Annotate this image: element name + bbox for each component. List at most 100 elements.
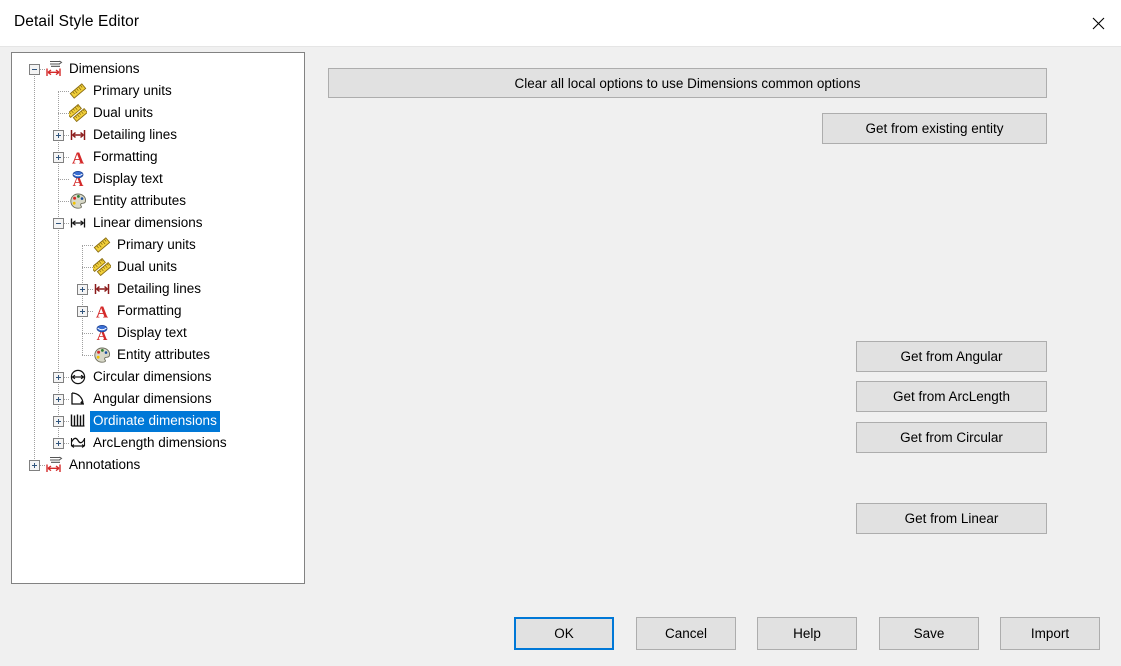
formatting-a-icon-wrap: A xyxy=(93,302,111,322)
style-tree-panel[interactable]: Dimensions Primary units Dual units Detaili… xyxy=(11,52,305,584)
get-from-angular-button[interactable]: Get from Angular xyxy=(856,341,1047,372)
circular-dimension-icon xyxy=(70,369,86,385)
tree-item[interactable]: Entity attributes xyxy=(12,190,304,212)
expand-icon[interactable] xyxy=(53,416,64,427)
detailing-lines-icon-wrap xyxy=(93,280,111,298)
tree-connector-line xyxy=(82,267,93,269)
get-from-circular-button[interactable]: Get from Circular xyxy=(856,422,1047,453)
tree-item[interactable]: A Formatting xyxy=(12,146,304,168)
tree-item-label: Detailing lines xyxy=(93,127,178,142)
tree-item-label: Formatting xyxy=(93,149,158,164)
cancel-button[interactable]: Cancel xyxy=(636,617,736,650)
tree-item-label: Ordinate dimensions xyxy=(90,411,220,432)
get-from-linear-button[interactable]: Get from Linear xyxy=(856,503,1047,534)
tree-item-label: Dimensions xyxy=(69,61,140,76)
tree-connector-line xyxy=(58,113,69,115)
display-text-icon-wrap: A xyxy=(69,170,87,190)
tree-item-label: Circular dimensions xyxy=(93,369,212,384)
tree-item[interactable]: Linear dimensions xyxy=(12,212,304,234)
linear-dimension-icon xyxy=(70,218,86,228)
tree-item[interactable]: Angular dimensions xyxy=(12,388,304,410)
tree-item-label: Display text xyxy=(93,171,163,186)
detailing-lines-icon-wrap xyxy=(69,126,87,144)
angular-dimension-icon-wrap xyxy=(69,390,87,408)
dual-ruler-icon xyxy=(66,103,88,123)
expand-icon[interactable] xyxy=(53,372,64,383)
formatting-a-icon-wrap: A xyxy=(69,148,87,168)
save-button[interactable]: Save xyxy=(879,617,979,650)
get-from-existing-entity-button[interactable]: Get from existing entity xyxy=(822,113,1047,144)
tree-item[interactable]: Entity attributes xyxy=(12,344,304,366)
tree-item[interactable]: A Display text xyxy=(12,322,304,344)
expand-icon[interactable] xyxy=(29,460,40,471)
tree-connector-line xyxy=(82,245,93,247)
palette-icon-wrap xyxy=(69,192,87,210)
tree-item[interactable]: Dual units xyxy=(12,102,304,124)
expand-icon[interactable] xyxy=(53,438,64,449)
expand-icon[interactable] xyxy=(53,394,64,405)
tree-item-label: Annotations xyxy=(69,457,141,472)
tree-item-label: Entity attributes xyxy=(93,193,187,208)
detailing-lines-icon xyxy=(70,130,86,140)
dimensions-icon-wrap xyxy=(45,60,63,78)
tree-connector-line xyxy=(82,333,93,335)
ruler-icon xyxy=(69,83,87,99)
ruler-icon xyxy=(93,237,111,253)
palette-icon-wrap xyxy=(93,346,111,364)
tree-item[interactable]: Dual units xyxy=(12,256,304,278)
tree-item-label: Primary units xyxy=(117,237,196,252)
ok-button[interactable]: OK xyxy=(514,617,614,650)
tree-item-label: Dual units xyxy=(93,105,154,120)
tree-item[interactable]: A Display text xyxy=(12,168,304,190)
circular-dimension-icon-wrap xyxy=(69,368,87,386)
dimensions-icon xyxy=(46,456,63,472)
tree-connector-line xyxy=(58,91,69,93)
tree-item[interactable]: ArcLength dimensions xyxy=(12,432,304,454)
linear-dimension-icon-wrap xyxy=(69,214,87,232)
close-button[interactable] xyxy=(1075,0,1121,46)
window-title: Detail Style Editor xyxy=(14,13,140,30)
ruler-icon-wrap xyxy=(69,82,87,100)
collapse-icon[interactable] xyxy=(29,64,40,75)
import-button[interactable]: Import xyxy=(1000,617,1100,650)
tree-item[interactable]: Circular dimensions xyxy=(12,366,304,388)
tree-connector-line xyxy=(82,355,93,357)
tree-item-label: ArcLength dimensions xyxy=(93,435,227,450)
tree-item[interactable]: Primary units xyxy=(12,80,304,102)
tree-item[interactable]: Detailing lines xyxy=(12,124,304,146)
dimensions-icon-wrap xyxy=(45,456,63,474)
tree-item-label: Entity attributes xyxy=(117,347,211,362)
display-text-icon: A xyxy=(97,324,108,344)
expand-icon[interactable] xyxy=(53,152,64,163)
expand-icon[interactable] xyxy=(53,130,64,141)
help-button[interactable]: Help xyxy=(757,617,857,650)
tree-item-label: Display text xyxy=(117,325,187,340)
tree-item[interactable]: A Formatting xyxy=(12,300,304,322)
tree-connector-line xyxy=(58,179,69,181)
tree-item-label: Linear dimensions xyxy=(93,215,203,230)
tree-item[interactable]: Annotations xyxy=(12,454,304,476)
tree-item[interactable]: Dimensions xyxy=(12,58,304,80)
close-icon xyxy=(1092,17,1104,29)
display-text-icon-wrap: A xyxy=(93,324,111,344)
ordinate-dimension-icon-wrap xyxy=(69,412,87,430)
tree-item-label: Dual units xyxy=(117,259,178,274)
clear-local-options-button[interactable]: Clear all local options to use Dimension… xyxy=(328,68,1047,98)
tree-item-label: Angular dimensions xyxy=(93,391,212,406)
display-text-icon: A xyxy=(73,170,84,190)
collapse-icon[interactable] xyxy=(53,218,64,229)
tree-item[interactable]: Ordinate dimensions xyxy=(12,410,304,432)
tree-item[interactable]: Detailing lines xyxy=(12,278,304,300)
arclength-dimension-icon xyxy=(70,437,86,448)
detailing-lines-icon xyxy=(94,284,110,294)
arclength-dimension-icon-wrap xyxy=(69,434,87,452)
tree-item[interactable]: Primary units xyxy=(12,234,304,256)
svg-text:A: A xyxy=(72,149,85,167)
formatting-a-icon: A xyxy=(72,149,85,168)
title-bar: Detail Style Editor xyxy=(0,0,1121,47)
expand-icon[interactable] xyxy=(77,306,88,317)
angular-dimension-icon xyxy=(71,392,84,405)
dual-ruler-icon-wrap xyxy=(66,103,88,123)
get-from-arclength-button[interactable]: Get from ArcLength xyxy=(856,381,1047,412)
expand-icon[interactable] xyxy=(77,284,88,295)
